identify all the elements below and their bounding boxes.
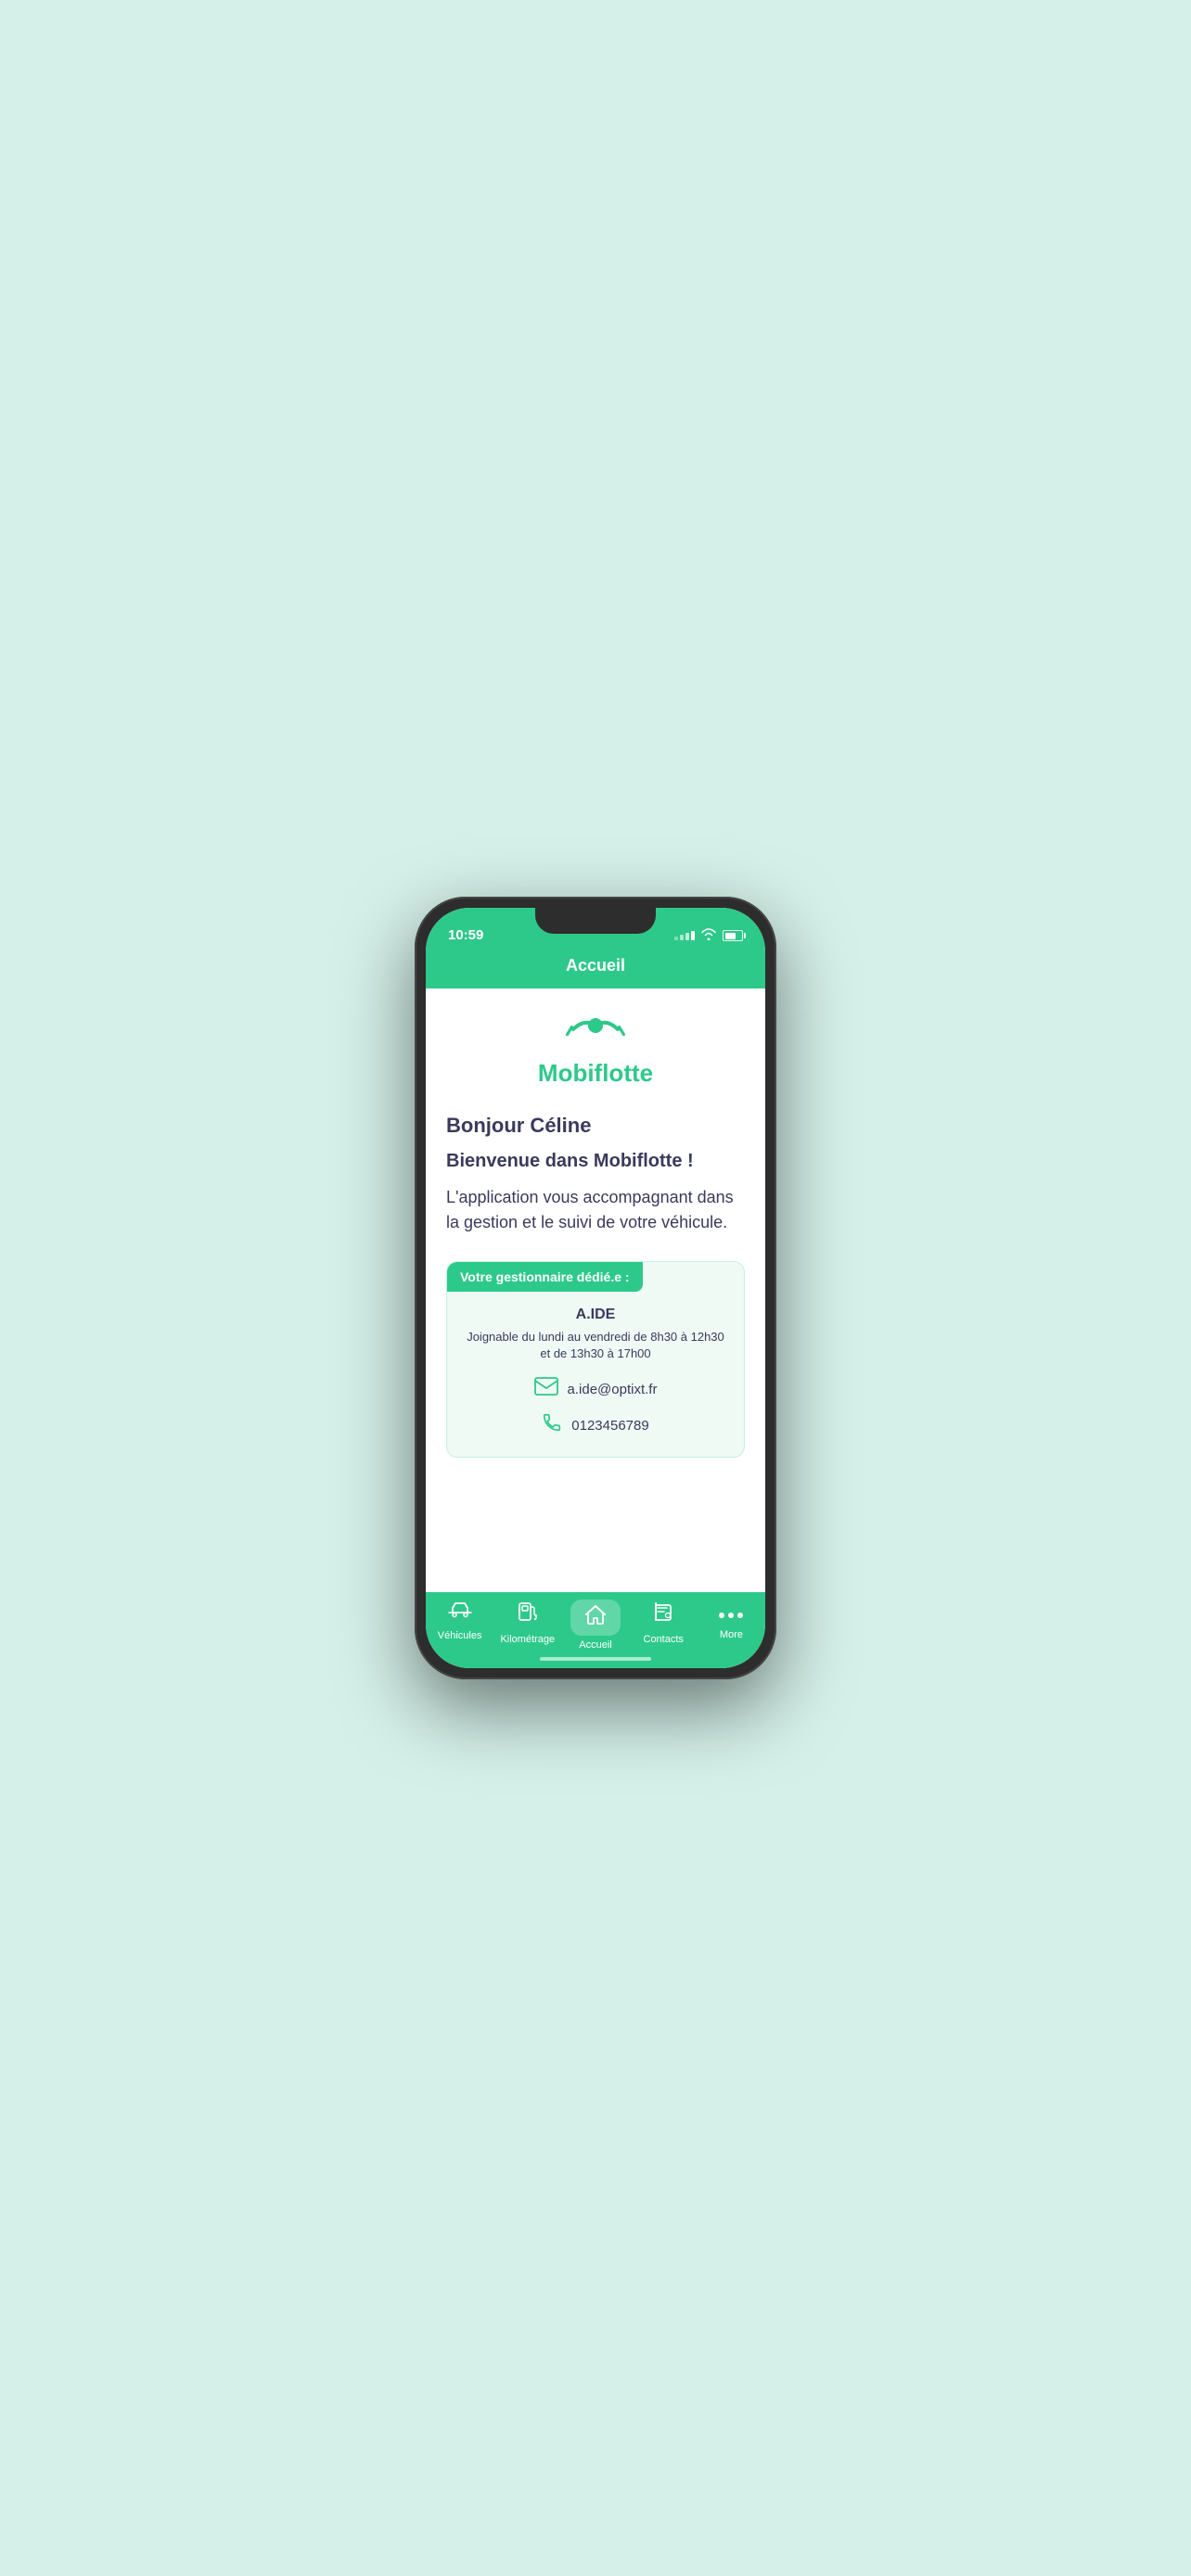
nav-header: Accueil	[426, 949, 765, 988]
email-icon	[534, 1377, 558, 1401]
nav-label-more: More	[720, 1629, 743, 1640]
contacts-icon	[652, 1600, 674, 1630]
status-icons	[674, 928, 743, 943]
signal-icon	[674, 931, 695, 940]
status-time: 10:59	[448, 927, 483, 943]
nav-label-kilometrage: Kilométrage	[500, 1634, 555, 1645]
logo-area: Mobiflotte	[446, 1011, 745, 1088]
pump-icon	[517, 1600, 539, 1630]
wifi-icon	[700, 928, 717, 943]
page-title: Accueil	[566, 956, 625, 975]
manager-hours: Joignable du lundi au vendredi de 8h30 à…	[466, 1329, 725, 1362]
brand-name: Mobiflotte	[538, 1059, 653, 1088]
nav-item-contacts[interactable]: Contacts	[630, 1600, 698, 1645]
nav-label-contacts: Contacts	[644, 1634, 684, 1645]
main-content: Mobiflotte Bonjour Céline Bienvenue dans…	[426, 988, 765, 1592]
description-text: L'application vous accompagnant dans la …	[446, 1185, 745, 1235]
nav-item-more[interactable]: More	[698, 1600, 765, 1640]
email-row[interactable]: a.ide@optixt.fr	[466, 1377, 725, 1401]
home-icon-wrap	[570, 1600, 621, 1636]
phone-row[interactable]: 0123456789	[466, 1412, 725, 1438]
more-icon	[718, 1600, 744, 1626]
phone-number: 0123456789	[571, 1418, 648, 1434]
manager-info: A.IDE Joignable du lundi au vendredi de …	[447, 1292, 744, 1457]
phone-screen: 10:59	[426, 908, 765, 1668]
nav-label-accueil: Accueil	[579, 1639, 611, 1651]
nav-label-vehicules: Véhicules	[438, 1630, 482, 1641]
logo-icon	[558, 1011, 633, 1055]
email-address: a.ide@optixt.fr	[568, 1382, 658, 1397]
home-icon	[583, 1603, 608, 1632]
car-icon	[447, 1600, 473, 1626]
nav-item-accueil[interactable]: Accueil	[561, 1600, 629, 1651]
greeting-text: Bonjour Céline	[446, 1114, 745, 1138]
home-bar	[540, 1657, 651, 1661]
nav-item-kilometrage[interactable]: Kilométrage	[493, 1600, 561, 1645]
nav-item-vehicules[interactable]: Véhicules	[426, 1600, 493, 1641]
manager-section: Votre gestionnaire dédié.e : A.IDE Joign…	[446, 1261, 745, 1458]
phone-notch	[535, 908, 656, 934]
phone-icon	[542, 1412, 562, 1438]
battery-icon	[723, 930, 743, 941]
manager-name: A.IDE	[466, 1307, 725, 1323]
phone-frame: 10:59	[415, 897, 776, 1679]
welcome-text: Bienvenue dans Mobiflotte !	[446, 1151, 745, 1172]
manager-label: Votre gestionnaire dédié.e :	[447, 1262, 643, 1292]
